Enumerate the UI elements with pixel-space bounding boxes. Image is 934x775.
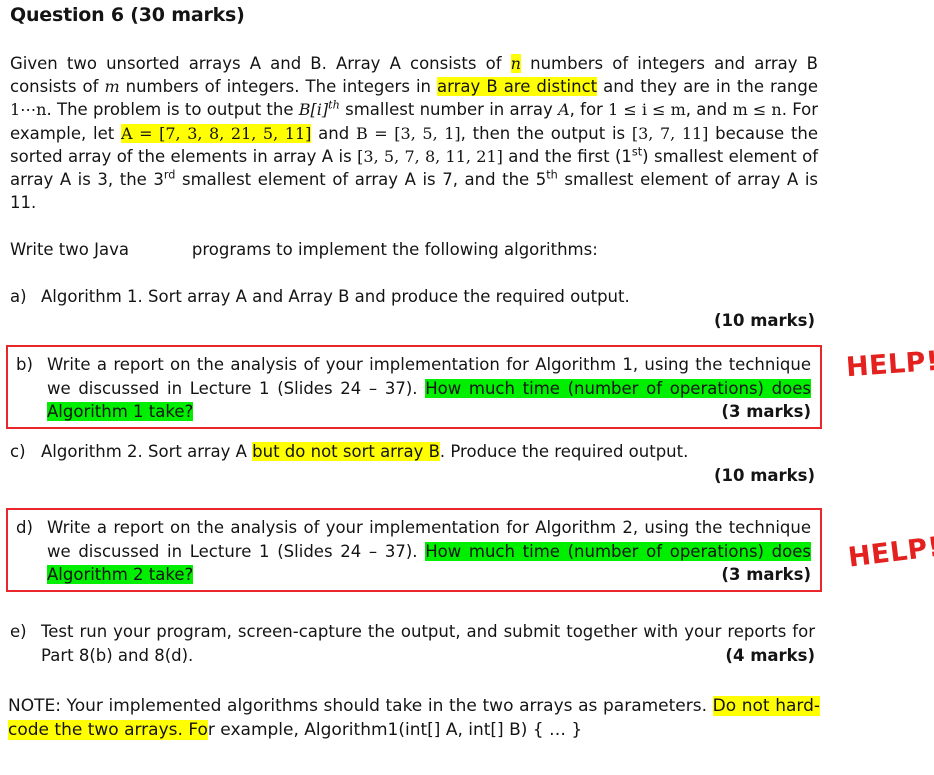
question-item-c: c) Algorithm 2. Sort array A but do not … — [10, 440, 815, 487]
b-i-th-base: B[i] — [298, 100, 329, 120]
item-c-highlight: but do not sort array B — [252, 442, 440, 461]
item-e-marks: (4 marks) — [725, 645, 815, 665]
item-e-label: e) — [10, 622, 27, 641]
range-expression: 1⋯n — [10, 100, 47, 120]
item-e-text: Test run your program, screen-capture th… — [41, 620, 815, 667]
item-b-marks: (3 marks) — [721, 402, 811, 421]
note-text-2: r example, Algorithm1(int[] A, int[] B) … — [207, 720, 583, 740]
sorted-array-a: [3, 5, 7, 8, 11, 21] — [357, 146, 503, 166]
note-text-1: NOTE: Your implemented algorithms should… — [8, 696, 713, 716]
item-d-marks: (3 marks) — [721, 565, 811, 584]
ordinal-st: st — [631, 145, 643, 159]
array-b-example: B = [3, 5, 1] — [355, 123, 461, 143]
note-section: NOTE: Your implemented algorithms should… — [8, 694, 821, 742]
array-b-distinct-highlight: array B are distinct — [437, 77, 598, 97]
item-d-label: d) — [16, 518, 33, 537]
item-c-label: c) — [10, 442, 26, 461]
handwritten-annotation-help-1: HELP! — [845, 346, 934, 383]
ordinal-th: th — [546, 168, 558, 182]
item-b-label: b) — [16, 355, 33, 374]
intro-text-8: , and — [685, 100, 733, 120]
item-c-text-after: . Produce the required output. — [439, 442, 689, 461]
item-a-marks: (10 marks) — [713, 310, 815, 330]
intro-text-13: and the first (1 — [502, 146, 632, 166]
item-d-text: Write a report on the analysis of your i… — [47, 516, 811, 587]
b-i-th-superscript: th — [328, 98, 340, 112]
array-a-italic: A — [558, 100, 570, 120]
question-item-b: b) Write a report on the analysis of you… — [16, 353, 811, 424]
question-item-d: d) Write a report on the analysis of you… — [16, 516, 811, 587]
item-b-text: Write a report on the analysis of your i… — [47, 353, 811, 424]
item-a-text: Algorithm 1. Sort array A and Array B an… — [41, 287, 630, 306]
ordinal-rd: rd — [163, 168, 176, 182]
page-title: Question 6 (30 marks) — [10, 4, 245, 26]
intro-text-6: smallest number in array — [339, 100, 559, 120]
item-c-text-before: Algorithm 2. Sort array A — [41, 442, 253, 461]
question-intro-paragraph: Given two unsorted arrays A and B. Array… — [10, 52, 818, 214]
intro-text-7: , for — [569, 100, 609, 120]
question-item-e: e) Test run your program, screen-capture… — [10, 620, 815, 667]
item-a-label: a) — [10, 287, 27, 306]
item-c-text: Algorithm 2. Sort array A but do not sor… — [41, 440, 815, 464]
write-java-instruction: Write two Java programs to implement the… — [10, 240, 598, 259]
intro-text-3: numbers of integers. The integers in — [119, 77, 438, 97]
help-text-2: HELP! — [846, 531, 934, 574]
condition-m-le-n: m ≤ n — [732, 100, 782, 120]
intro-text-1: Given two unsorted arrays A and B. Array… — [10, 54, 511, 73]
handwritten-annotation-help-2: HELP! — [846, 531, 934, 573]
exam-question-page: Question 6 (30 marks) Given two unsorted… — [0, 0, 934, 775]
intro-text-5: . The problem is to output the — [46, 100, 299, 120]
variable-n-highlight: n — [510, 54, 521, 73]
variable-m: m — [104, 77, 120, 97]
intro-text-15: smallest element of array A is 7, and th… — [175, 170, 547, 190]
intro-text-10: and — [311, 123, 356, 143]
help-text-1: HELP! — [845, 345, 934, 384]
question-item-a: a) Algorithm 1. Sort array A and Array B… — [10, 285, 815, 332]
array-a-example-highlight: A = [7, 3, 8, 21, 5, 11] — [120, 123, 312, 143]
item-e-text-content: Test run your program, screen-capture th… — [41, 622, 815, 665]
expected-output: [3, 7, 11] — [631, 123, 709, 143]
condition-i-range: 1 ≤ i ≤ m — [608, 100, 686, 120]
intro-text-4: and they are in the range — [597, 77, 818, 97]
intro-text-11: , then the output is — [460, 123, 632, 143]
item-c-marks: (10 marks) — [713, 465, 815, 485]
